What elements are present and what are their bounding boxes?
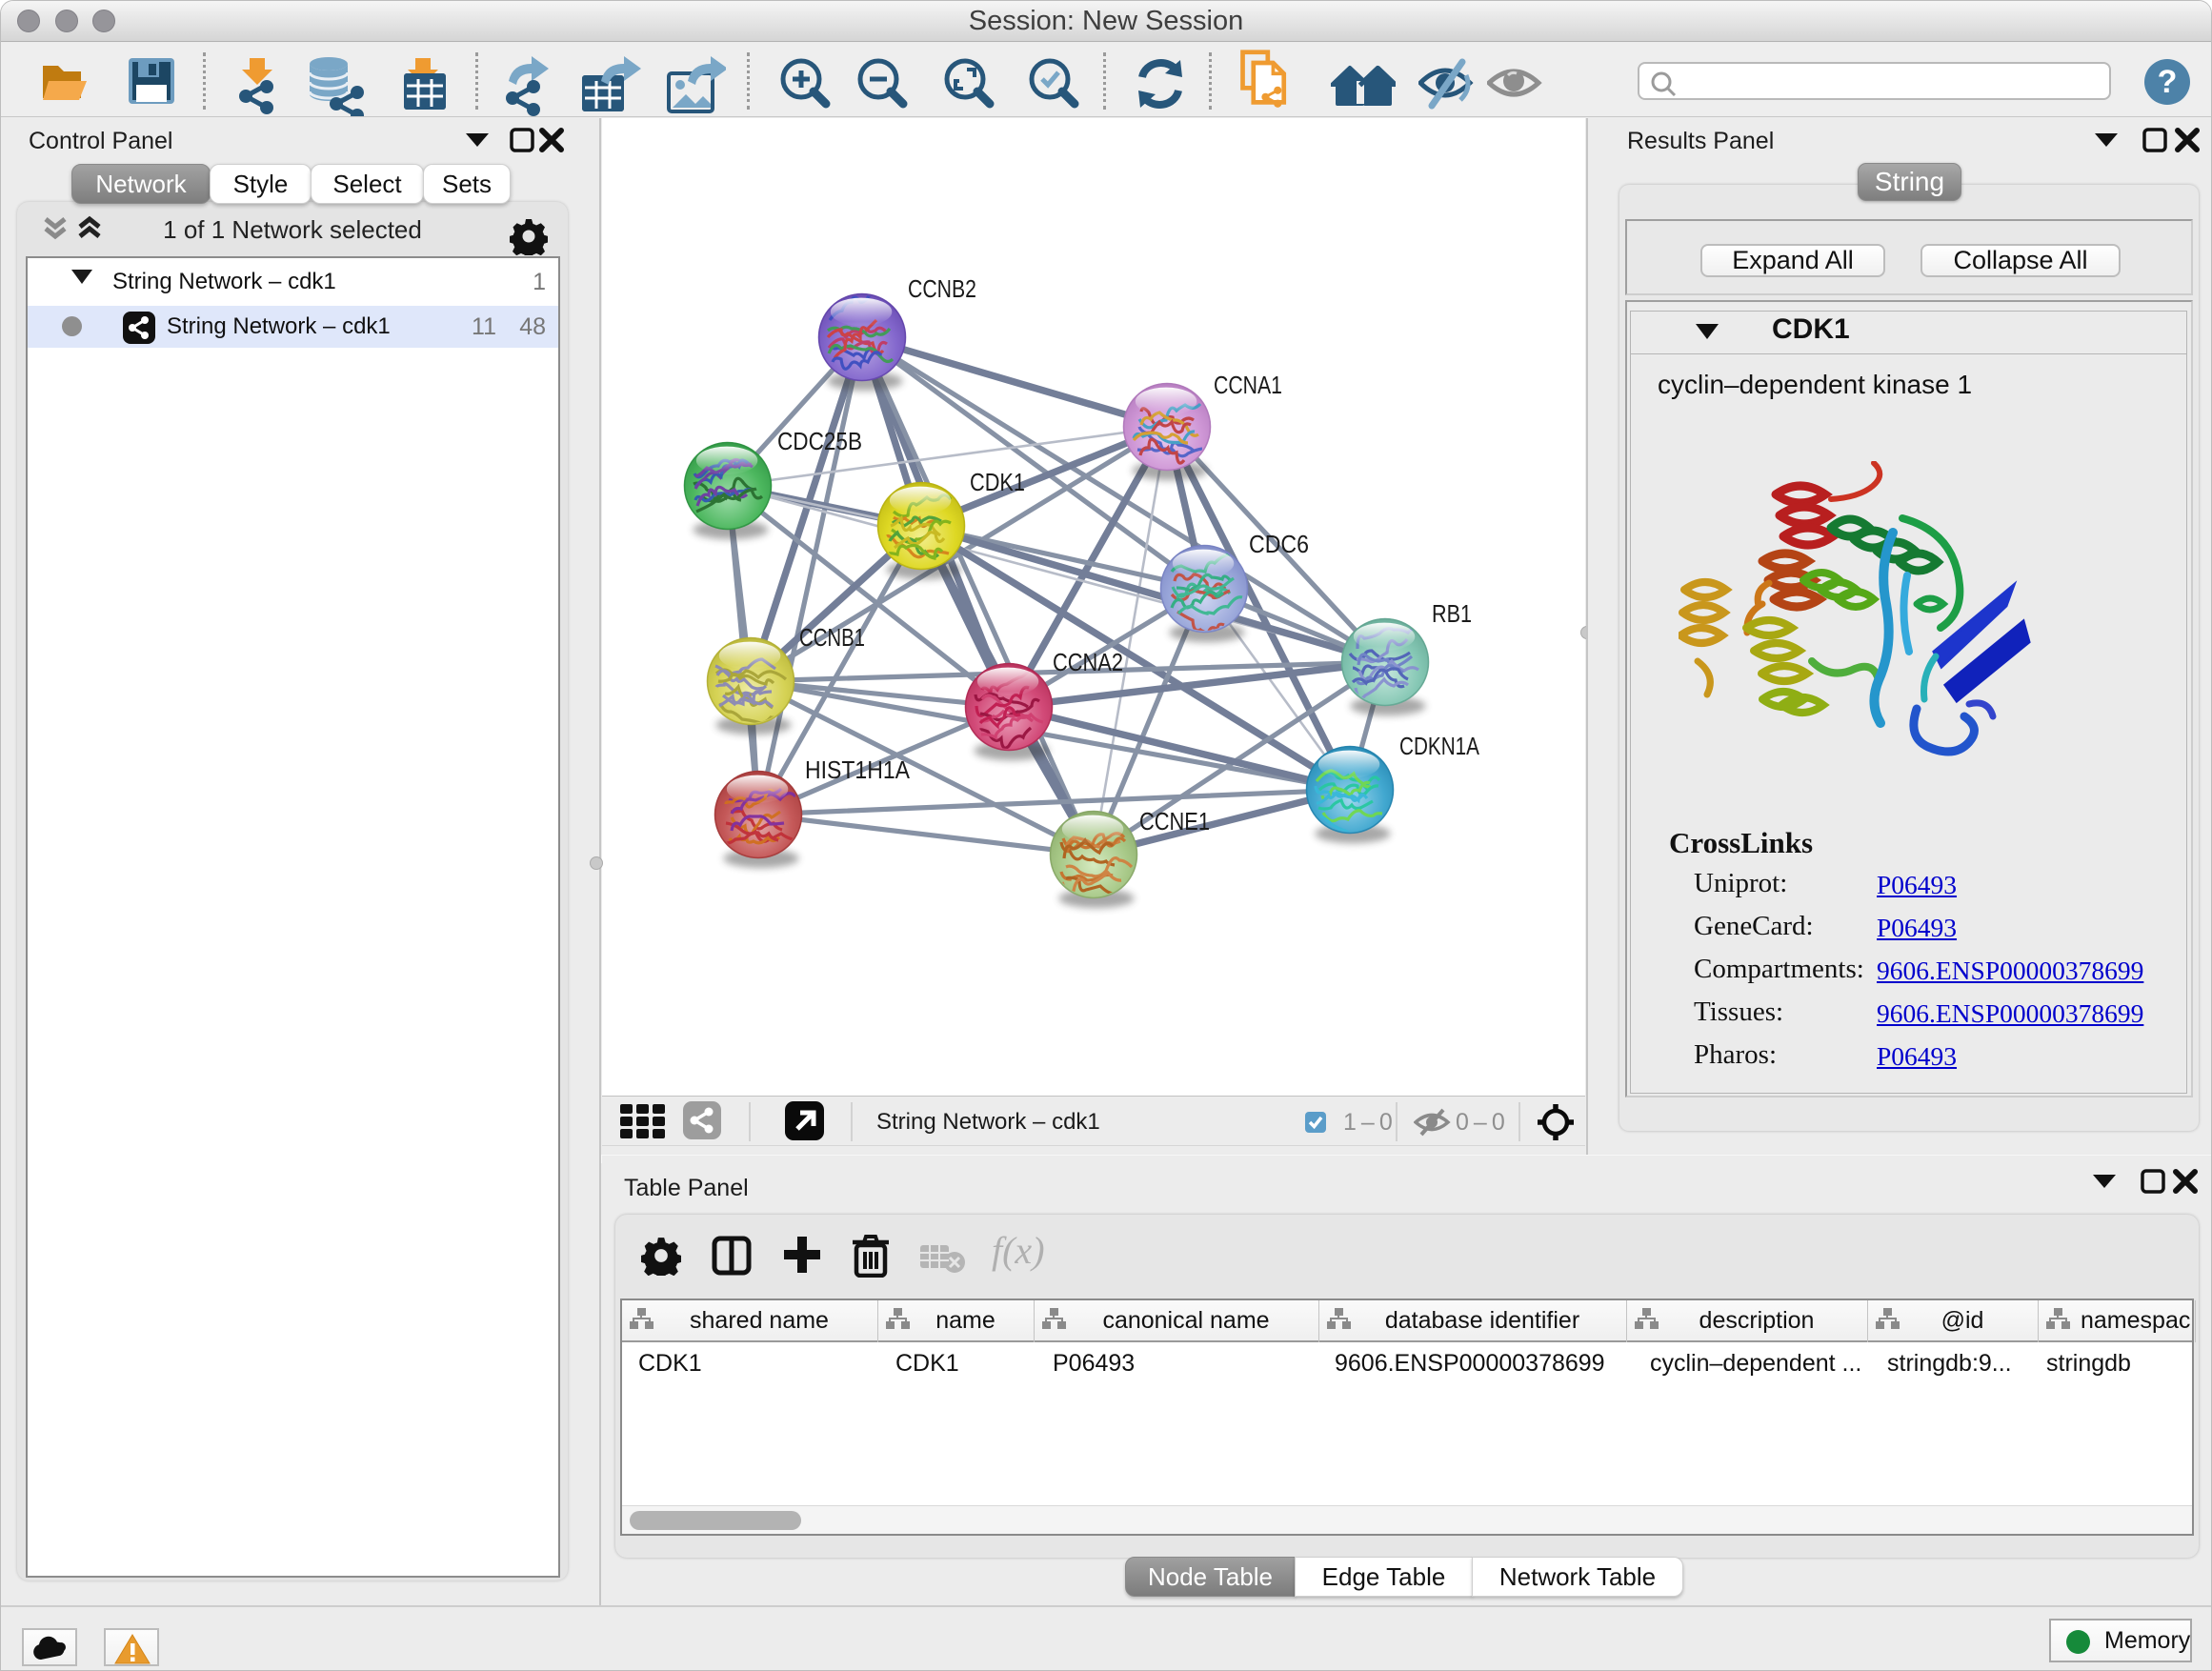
svg-text:CCNA2: CCNA2 [1053,648,1123,676]
svg-text:CCNE1: CCNE1 [1139,807,1210,836]
svg-text:CDC25B: CDC25B [777,427,862,455]
svg-text:RB1: RB1 [1432,599,1472,628]
svg-text:CDC6: CDC6 [1249,530,1309,558]
svg-text:CDK1: CDK1 [970,468,1025,496]
svg-text:HIST1H1A: HIST1H1A [805,755,911,784]
svg-text:?: ? [2158,64,2178,100]
svg-text:CCNA1: CCNA1 [1214,371,1282,399]
svg-text:CCNB2: CCNB2 [908,274,976,303]
svg-text:CCNB1: CCNB1 [799,623,865,652]
svg-text:CDKN1A: CDKN1A [1399,732,1480,760]
